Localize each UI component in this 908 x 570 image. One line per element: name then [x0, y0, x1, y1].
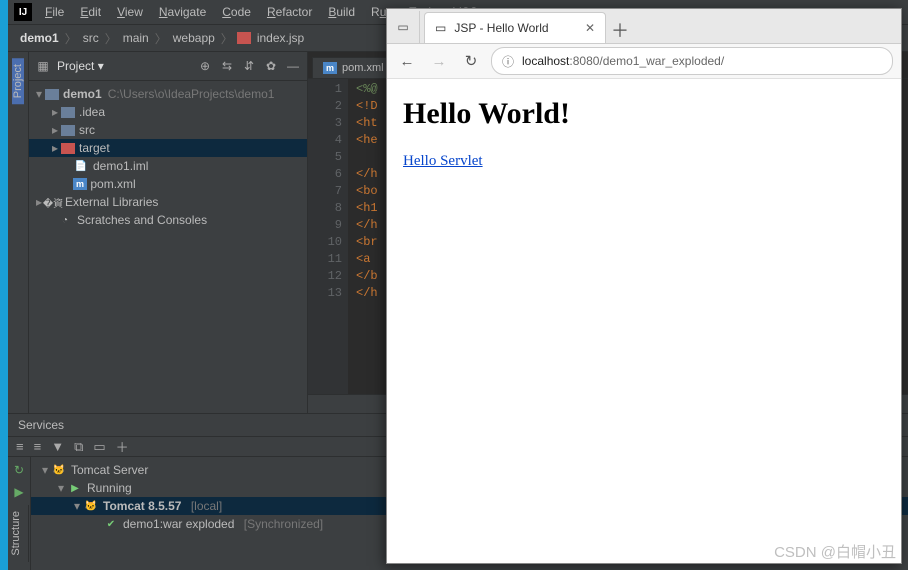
group-icon[interactable]: ⧉: [74, 439, 83, 455]
close-tab-icon[interactable]: ✕: [585, 21, 595, 35]
add-icon[interactable]: ＋: [116, 437, 129, 456]
hello-servlet-link[interactable]: Hello Servlet: [403, 153, 483, 169]
menu-edit[interactable]: Edit: [73, 2, 108, 22]
tree-src[interactable]: ▸src: [29, 121, 307, 139]
watermark: CSDN @白帽小丑: [774, 541, 896, 562]
folder-icon: [61, 107, 75, 118]
filter-icon[interactable]: ▼: [51, 439, 64, 454]
page-heading: Hello World!: [403, 97, 885, 131]
tab-structure[interactable]: Structure: [8, 505, 24, 562]
crumb-project[interactable]: demo1: [20, 31, 59, 45]
intellij-icon: IJ: [14, 3, 32, 21]
folder-icon: [61, 143, 75, 154]
menu-file[interactable]: File: [38, 2, 71, 22]
tomcat-icon: 🐱: [51, 463, 67, 477]
site-info-icon[interactable]: ⓘ: [502, 53, 514, 70]
tree-external-libraries[interactable]: ▸�資External Libraries: [29, 193, 307, 211]
page-content: Hello World! Hello Servlet: [387, 79, 901, 563]
module-icon: [45, 89, 59, 100]
jsp-icon: [237, 32, 251, 44]
menu-view[interactable]: View: [110, 2, 150, 22]
refresh-button[interactable]: ↻: [459, 49, 483, 73]
project-tree: ▾ demo1C:\Users\o\IdeaProjects\demo1 ▸.i…: [29, 81, 307, 413]
tree-iml[interactable]: 📄demo1.iml: [29, 157, 307, 175]
back-button[interactable]: ←: [395, 49, 419, 73]
collapse-icon[interactable]: ≡: [34, 439, 42, 454]
expand-icon[interactable]: ≡: [16, 439, 24, 454]
expand-all-icon[interactable]: ⇆: [219, 58, 235, 74]
settings-icon[interactable]: ✿: [263, 58, 279, 74]
tree-pom[interactable]: m pom.xml: [29, 175, 307, 193]
scratches-icon: ◔: [57, 213, 73, 227]
libraries-icon: �資: [45, 195, 61, 209]
tree-target[interactable]: ▸target: [29, 139, 307, 157]
folder-icon: ▦: [35, 58, 51, 74]
menu-navigate[interactable]: Navigate: [152, 2, 213, 22]
browser-tabstrip: ▭ ▭ JSP - Hello World ✕ ＋: [387, 9, 901, 44]
browser-window: ▭ ▭ JSP - Hello World ✕ ＋ ← → ↻ ⓘ localh…: [386, 8, 902, 564]
tab-title: JSP - Hello World: [454, 21, 548, 35]
crumb-file[interactable]: index.jsp: [255, 31, 306, 45]
folder-icon: [61, 125, 75, 136]
maven-icon: m: [323, 62, 337, 74]
hide-icon[interactable]: —: [285, 58, 301, 74]
gutter: 12345678910111213: [308, 79, 348, 394]
menu-refactor[interactable]: Refactor: [260, 2, 319, 22]
run-icon[interactable]: ▶: [12, 485, 26, 499]
layout-icon[interactable]: ▭: [93, 439, 105, 455]
collapse-all-icon[interactable]: ⇵: [241, 58, 257, 74]
forward-button[interactable]: →: [427, 49, 451, 73]
project-tool-window: ▦ Project ▾ ⊕ ⇆ ⇵ ✿ — ▾ demo1C:\Users\o\…: [29, 52, 308, 413]
artifact-icon: ✔: [103, 517, 119, 531]
maven-icon: m: [73, 178, 87, 190]
tomcat-icon: 🐱: [83, 499, 99, 513]
tree-scratches[interactable]: ◔Scratches and Consoles: [29, 211, 307, 229]
tab-actions-icon[interactable]: ▭: [387, 11, 420, 43]
page-icon: ▭: [435, 21, 446, 35]
menu-build[interactable]: Build: [321, 2, 362, 22]
select-opened-file-icon[interactable]: ⊕: [197, 58, 213, 74]
address-bar[interactable]: ⓘ localhost:8080/demo1_war_exploded/: [491, 47, 893, 75]
new-tab-button[interactable]: ＋: [606, 17, 634, 43]
browser-tab[interactable]: ▭ JSP - Hello World ✕: [424, 12, 606, 43]
file-icon: 📄: [73, 159, 89, 173]
menu-code[interactable]: Code: [215, 2, 258, 22]
tab-project[interactable]: Project: [12, 58, 24, 104]
crumb-src[interactable]: src: [81, 31, 101, 45]
play-icon: ▶: [67, 481, 83, 495]
rerun-icon[interactable]: ↻: [12, 463, 26, 477]
project-title: Project ▾: [57, 59, 191, 73]
tree-idea[interactable]: ▸.idea: [29, 103, 307, 121]
crumb-main[interactable]: main: [121, 31, 151, 45]
crumb-webapp[interactable]: webapp: [171, 31, 217, 45]
tree-root[interactable]: ▾ demo1C:\Users\o\IdeaProjects\demo1: [29, 85, 307, 103]
left-sidebar: Project: [8, 52, 29, 413]
browser-toolbar: ← → ↻ ⓘ localhost:8080/demo1_war_explode…: [387, 44, 901, 79]
